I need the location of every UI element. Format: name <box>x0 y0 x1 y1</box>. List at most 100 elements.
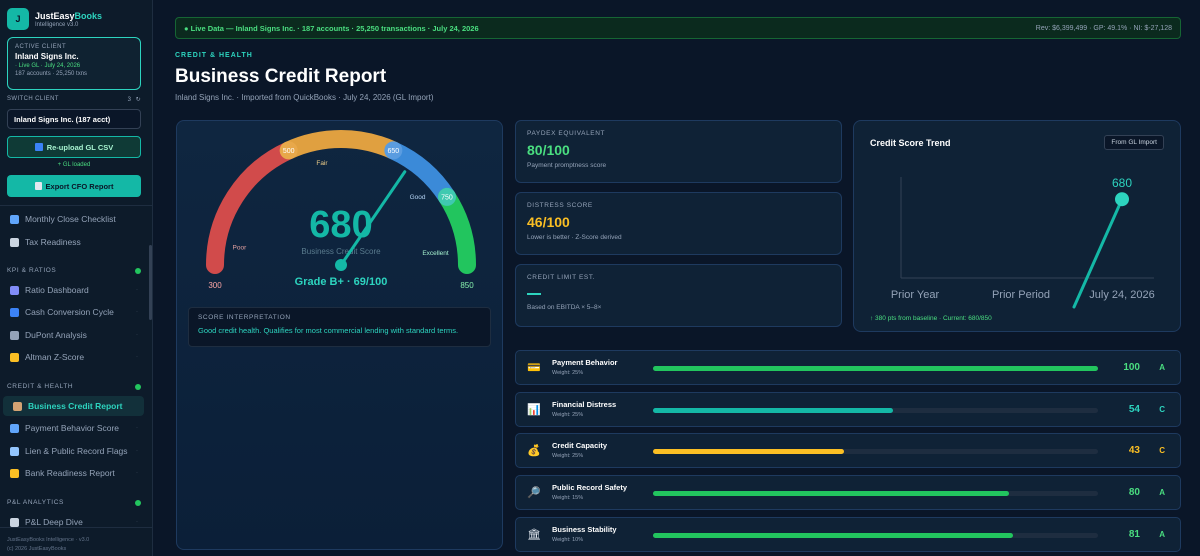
nav-altman[interactable]: Altman Z-Score · <box>0 347 146 367</box>
gauge-band-good <box>389 142 455 202</box>
gauge-tick-label-500: 500 <box>283 148 295 155</box>
card-icon <box>10 423 19 433</box>
export-cfo-report-button[interactable]: Export CFO Report <box>7 175 141 197</box>
factor-score: 43 <box>1128 445 1140 456</box>
trend-x-label: July 24, 2026 <box>1089 289 1154 301</box>
switch-client-tools: 3 ↻ <box>128 96 141 103</box>
credit-limit-card: CREDIT LIMIT EST. Based on EBITDA × 5–8× <box>515 264 842 327</box>
gauge-label-poor: Poor <box>233 244 248 251</box>
brand-sub: Intelligence v3.0 <box>35 21 79 28</box>
sidebar: J JustEasyBooks Intelligence v3.0 ACTIVE… <box>0 0 153 556</box>
status-dot <box>135 383 141 390</box>
sidebar-scrollbar[interactable] <box>149 245 152 320</box>
footer-line1: JustEasyBooks Intelligence · v3.0 <box>7 537 90 543</box>
credit-score-gauge-card: 500 650 750 Poor Fair Good Excellent 680… <box>176 120 503 550</box>
nav-tax-readiness[interactable]: Tax Readiness <box>0 232 146 252</box>
nav-label: Monthly Close Checklist <box>25 214 116 224</box>
paydex-value: 80/100 <box>527 142 570 158</box>
active-client-card: ACTIVE CLIENT Inland Signs Inc. · Live G… <box>7 37 141 90</box>
paydex-card: PAYDEX EQUIVALENT 80/100 Payment promptn… <box>515 120 842 183</box>
nav-ratio-dashboard[interactable]: Ratio Dashboard · <box>0 280 146 300</box>
switch-client-label: SWITCH CLIENT <box>7 96 59 102</box>
factor-weight: Weight: 25% <box>552 412 584 418</box>
factor-score: 80 <box>1128 487 1140 498</box>
score-interpretation-text: Good credit health. Qualifies for most c… <box>198 326 459 335</box>
gauge-needle-hub <box>335 259 347 271</box>
nav-label: Cash Conversion Cycle <box>25 307 114 317</box>
warning-icon <box>10 352 19 362</box>
nav-label: Business Credit Report <box>28 401 123 411</box>
nav-dot: · <box>136 354 138 360</box>
section-label: P&L ANALYTICS <box>7 499 64 506</box>
search-icon <box>10 446 19 456</box>
factor-bar-fill <box>653 491 1009 496</box>
credit-score-trend-chart: 680 Prior Year Prior Period July 24, 202… <box>891 176 1155 309</box>
nav-bank-readiness[interactable]: Bank Readiness Report · <box>0 463 146 483</box>
paydex-label: PAYDEX EQUIVALENT <box>527 130 606 137</box>
nav-dot: · <box>136 470 138 476</box>
credit-score-trend-card: Credit Score Trend From GL Import 680 Pr… <box>853 120 1181 332</box>
factor-bar-track <box>653 366 1098 371</box>
credit-limit-label: CREDIT LIMIT EST. <box>527 274 596 281</box>
refresh-icon[interactable]: ↻ <box>136 97 141 103</box>
sidebar-footer: JustEasyBooks Intelligence · v3.0 (c) 20… <box>0 527 152 554</box>
gl-loaded-status: + GL loaded <box>57 162 91 168</box>
gauge-label-excellent: Excellent <box>422 250 449 257</box>
nav-label: Bank Readiness Report <box>25 468 115 478</box>
factor-grade: C <box>1159 446 1165 455</box>
nav-payment-behavior[interactable]: Payment Behavior Score · <box>0 418 146 438</box>
trend-footer: ↑ 380 pts from baseline · Current: 680/8… <box>870 315 992 322</box>
nav-monthly-close[interactable]: Monthly Close Checklist <box>0 209 146 229</box>
card-icon: 💳 <box>527 362 541 374</box>
section-label: KPI & RATIOS <box>7 267 57 274</box>
export-label: Export CFO Report <box>45 181 114 191</box>
gauge-band-poor <box>206 141 298 274</box>
gauge-max-label: 850 <box>460 281 474 290</box>
search-icon: 🔎 <box>527 487 541 499</box>
factor-weight: Weight: 25% <box>552 453 584 459</box>
nav-dupont[interactable]: DuPont Analysis · <box>0 325 146 345</box>
nav-label: Ratio Dashboard <box>25 285 89 295</box>
factor-row[interactable]: 📊 Financial Distress Weight: 25% 54 C <box>515 392 1181 427</box>
gauge-label-fair: Fair <box>316 160 328 167</box>
factor-score: 54 <box>1128 404 1140 415</box>
nav-label: Payment Behavior Score <box>25 423 120 433</box>
factor-name: Payment Behavior <box>552 358 618 367</box>
reupload-label: Re-upload GL CSV <box>46 142 114 152</box>
reupload-gl-button[interactable]: Re-upload GL CSV <box>7 136 141 158</box>
factor-bar-fill <box>653 449 845 454</box>
factor-row[interactable]: 💰 Credit Capacity Weight: 25% 43 C <box>515 433 1181 468</box>
switch-client-select[interactable]: Inland Signs Inc. (187 acct) <box>7 109 141 129</box>
factor-row[interactable]: 🏛 Business Stability Weight: 10% 81 A <box>515 517 1181 552</box>
gauge-tick-label-750: 750 <box>441 194 453 201</box>
bank-icon: 🏛 <box>527 529 541 541</box>
factor-bar-fill <box>653 366 1098 371</box>
nav-cash-conversion[interactable]: Cash Conversion Cycle · <box>0 302 146 322</box>
factor-row[interactable]: 💳 Payment Behavior Weight: 25% 100 A <box>515 350 1181 385</box>
factor-name: Financial Distress <box>552 400 617 409</box>
trend-point-label: 680 <box>1112 176 1132 190</box>
factor-bar-fill <box>653 533 1014 538</box>
factor-row[interactable]: 🔎 Public Record Safety Weight: 15% 80 A <box>515 475 1181 510</box>
distress-sub: Lower is better · Z-Score derived <box>527 234 622 241</box>
nav-dot: · <box>136 287 138 293</box>
trend-point-current <box>1115 192 1129 207</box>
credit-score-gauge: 500 650 750 Poor Fair Good Excellent 680… <box>206 130 476 290</box>
nav-dot: · <box>136 309 138 315</box>
nav-business-credit-report[interactable]: Business Credit Report <box>3 396 144 416</box>
gauge-band-excellent <box>437 187 476 274</box>
factor-grade: A <box>1159 488 1165 497</box>
nav-lien-flags[interactable]: Lien & Public Record Flags · <box>0 441 146 461</box>
nav-section-pl: P&L ANALYTICS <box>7 499 141 506</box>
credit-limit-sub: Based on EBITDA × 5–8× <box>527 304 602 311</box>
brand[interactable]: J JustEasyBooks Intelligence v3.0 <box>7 8 102 30</box>
switch-client-header: SWITCH CLIENT 3 ↻ <box>7 96 141 103</box>
handshake-icon <box>10 468 19 478</box>
factor-bar-track <box>653 408 1098 413</box>
nav-dot: · <box>136 448 138 454</box>
factor-name: Business Stability <box>552 525 617 534</box>
document-icon <box>10 237 19 247</box>
factor-name: Credit Capacity <box>552 441 608 450</box>
cycle-icon <box>10 307 19 317</box>
live-data-banner: ● Live Data — Inland Signs Inc. · 187 ac… <box>175 17 1181 39</box>
